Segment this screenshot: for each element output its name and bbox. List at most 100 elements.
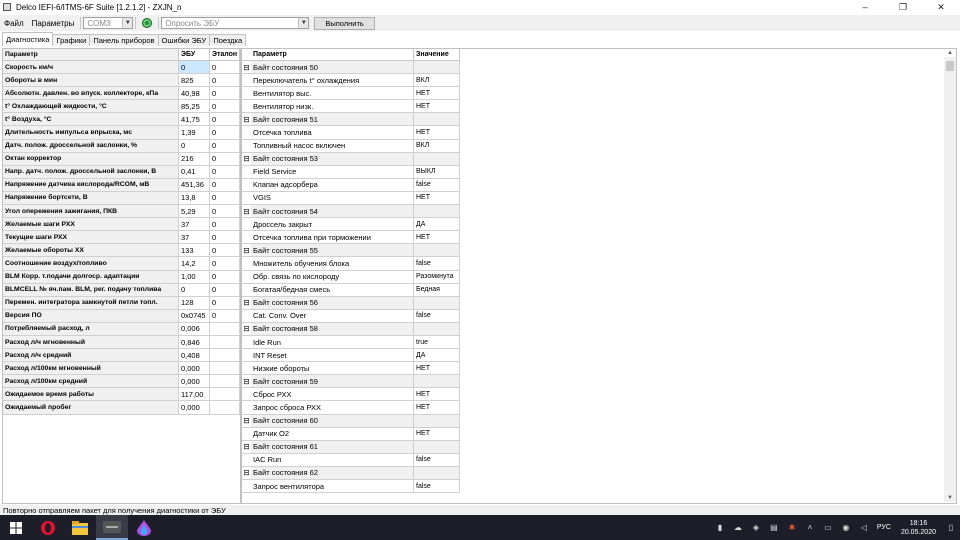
column-header-ecu[interactable]: ЭБУ bbox=[179, 49, 210, 61]
group-row[interactable]: ⊟ Байт состояния 55 bbox=[242, 244, 956, 258]
tray-chevron-up-icon[interactable]: ˄ bbox=[803, 521, 817, 535]
group-row[interactable]: ⊟ Байт состояния 54 bbox=[242, 205, 956, 219]
reference-value-cell[interactable]: 0 bbox=[210, 205, 240, 219]
table-row[interactable]: BLM Корр. т.подачи долгоср. адаптации 1,0… bbox=[3, 270, 240, 284]
table-row[interactable]: Напр. датч. полож. дроссельной заслонки,… bbox=[3, 165, 240, 179]
collapse-icon[interactable]: ⊟ bbox=[242, 153, 251, 166]
ecu-value-cell[interactable]: 41,75 bbox=[179, 113, 210, 127]
table-row[interactable]: t° Охлаждающей жидкости, °C 85,25 0 bbox=[3, 100, 240, 114]
reference-value-cell[interactable] bbox=[210, 362, 240, 376]
reference-value-cell[interactable]: 0 bbox=[210, 139, 240, 153]
table-row[interactable]: Ожидаемый пробег 0,000 bbox=[3, 401, 240, 415]
reference-value-cell[interactable]: 0 bbox=[210, 165, 240, 179]
reference-value-cell[interactable]: 0 bbox=[210, 257, 240, 271]
tray-shield-icon[interactable]: ◈ bbox=[749, 521, 763, 535]
table-row[interactable]: Обр. связь по кислороду Разомкнута bbox=[242, 270, 956, 284]
collapse-icon[interactable]: ⊟ bbox=[242, 441, 251, 454]
ecu-value-cell[interactable]: 14,2 bbox=[179, 257, 210, 271]
collapse-icon[interactable]: ⊟ bbox=[242, 205, 251, 219]
reference-value-cell[interactable]: 0 bbox=[210, 218, 240, 232]
table-row[interactable]: Потребляемый расход, л 0,006 bbox=[3, 322, 240, 336]
scroll-up-icon[interactable]: ▲ bbox=[944, 49, 956, 57]
table-row[interactable]: Множитель обучения блока false bbox=[242, 257, 956, 271]
collapse-icon[interactable]: ⊟ bbox=[242, 61, 251, 75]
table-row[interactable]: Отсечка топлива НЕТ bbox=[242, 126, 956, 140]
ecu-value-cell[interactable]: 37 bbox=[179, 218, 210, 232]
run-button[interactable]: Выполнить bbox=[314, 16, 375, 30]
collapse-icon[interactable]: ⊟ bbox=[242, 323, 251, 336]
table-row[interactable]: t° Воздуха, °C 41,75 0 bbox=[3, 113, 240, 127]
ecu-value-cell[interactable]: 451,36 bbox=[179, 178, 210, 192]
collapse-icon[interactable]: ⊟ bbox=[242, 113, 251, 127]
tab-diagnostics[interactable]: Диагностика bbox=[2, 32, 54, 46]
scrollbar-thumb[interactable] bbox=[946, 61, 954, 71]
column-header-param[interactable]: Параметр bbox=[251, 49, 414, 61]
group-row[interactable]: ⊟ Байт состояния 53 bbox=[242, 152, 956, 166]
ecu-value-cell[interactable]: 37 bbox=[179, 231, 210, 245]
table-row[interactable]: Отсечка топлива при торможении НЕТ bbox=[242, 231, 956, 245]
reference-value-cell[interactable]: 0 bbox=[210, 113, 240, 127]
reference-value-cell[interactable] bbox=[210, 401, 240, 415]
scroll-down-icon[interactable]: ▼ bbox=[944, 494, 956, 502]
tab-graphs[interactable]: Графики bbox=[52, 34, 91, 46]
reference-value-cell[interactable] bbox=[210, 322, 240, 336]
ecu-value-cell[interactable]: 13,8 bbox=[179, 191, 210, 206]
ecu-value-cell[interactable]: 117,00 bbox=[179, 388, 210, 402]
ecu-value-cell[interactable]: 0,006 bbox=[179, 322, 210, 336]
table-row[interactable]: Абсолютн. давлен. во впуск. коллекторе, … bbox=[3, 87, 240, 101]
collapse-icon[interactable]: ⊟ bbox=[242, 375, 251, 389]
table-row[interactable]: Запрос вентилятора false bbox=[242, 480, 956, 494]
table-row[interactable]: Расход л/100км средний 0,000 bbox=[3, 375, 240, 389]
table-row[interactable]: Соотношение воздух/топливо 14,2 0 bbox=[3, 257, 240, 271]
tab-trip[interactable]: Поездка bbox=[209, 34, 247, 46]
tab-ecu-errors[interactable]: Ошибки ЭБУ bbox=[157, 34, 211, 46]
group-row[interactable]: ⊟ Байт состояния 59 bbox=[242, 375, 956, 389]
column-header-value[interactable]: Значение bbox=[414, 49, 460, 61]
group-row[interactable]: ⊟ Байт состояния 56 bbox=[242, 296, 956, 310]
minimize-button[interactable]: – bbox=[846, 0, 884, 14]
diagnostic-app-taskbar-icon[interactable] bbox=[96, 515, 128, 540]
reference-value-cell[interactable] bbox=[210, 349, 240, 363]
battery-icon[interactable]: ▭ bbox=[821, 521, 835, 535]
opera-browser-icon[interactable] bbox=[32, 515, 64, 540]
table-row[interactable]: Обороты в мин 825 0 bbox=[3, 74, 240, 88]
group-row[interactable]: ⊟ Байт состояния 61 bbox=[242, 440, 956, 454]
table-row[interactable]: Field Service ВЫКЛ bbox=[242, 165, 956, 179]
group-row[interactable]: ⊟ Байт состояния 58 bbox=[242, 322, 956, 336]
reference-value-cell[interactable]: 0 bbox=[210, 87, 240, 101]
table-row[interactable]: Сброс РХХ НЕТ bbox=[242, 388, 956, 402]
collapse-icon[interactable]: ⊟ bbox=[242, 415, 251, 428]
table-row[interactable]: Длительность импульса впрыска, мс 1,39 0 bbox=[3, 126, 240, 140]
reference-value-cell[interactable]: 0 bbox=[210, 270, 240, 284]
ecu-value-cell[interactable]: 0,408 bbox=[179, 349, 210, 363]
table-row[interactable]: Богатая/бедная смесь Бедная bbox=[242, 283, 956, 297]
table-row[interactable]: Низкие обороты НЕТ bbox=[242, 362, 956, 376]
reference-value-cell[interactable]: 0 bbox=[210, 283, 240, 297]
table-row[interactable]: INT Reset ДА bbox=[242, 349, 956, 363]
tray-files-icon[interactable]: ▤ bbox=[767, 521, 781, 535]
file-explorer-icon[interactable] bbox=[64, 515, 96, 540]
menu-file[interactable]: Файл bbox=[0, 19, 28, 28]
reference-value-cell[interactable]: 0 bbox=[210, 100, 240, 114]
table-row[interactable]: Переключатель t° охлаждения ВКЛ bbox=[242, 74, 956, 88]
tab-dashboard[interactable]: Панель приборов bbox=[89, 34, 159, 46]
ecu-value-cell[interactable]: 1,39 bbox=[179, 126, 210, 140]
table-row[interactable]: Дроссель закрыт ДА bbox=[242, 218, 956, 232]
ecu-value-cell[interactable]: 40,98 bbox=[179, 87, 210, 101]
network-icon[interactable]: ◉ bbox=[839, 521, 853, 535]
language-indicator[interactable]: РУС bbox=[877, 524, 891, 531]
ecu-value-cell[interactable]: 0 bbox=[179, 283, 210, 297]
ecu-value-cell[interactable]: 0,846 bbox=[179, 335, 210, 350]
collapse-icon[interactable]: ⊟ bbox=[242, 244, 251, 258]
droplet-app-icon[interactable] bbox=[128, 515, 160, 540]
ecu-value-cell[interactable]: 825 bbox=[179, 74, 210, 88]
table-row[interactable]: Расход л/100км мгновенный 0,000 bbox=[3, 362, 240, 376]
table-row[interactable]: Датч. полож. дроссельной заслонки, % 0 0 bbox=[3, 139, 240, 153]
reference-value-cell[interactable]: 0 bbox=[210, 309, 240, 323]
group-row[interactable]: ⊟ Байт состояния 60 bbox=[242, 414, 956, 428]
reference-value-cell[interactable]: 0 bbox=[210, 61, 240, 75]
reference-value-cell[interactable]: 0 bbox=[210, 74, 240, 88]
reference-value-cell[interactable]: 0 bbox=[210, 191, 240, 206]
reference-value-cell[interactable] bbox=[210, 388, 240, 402]
ecu-value-cell[interactable]: 0,000 bbox=[179, 375, 210, 389]
